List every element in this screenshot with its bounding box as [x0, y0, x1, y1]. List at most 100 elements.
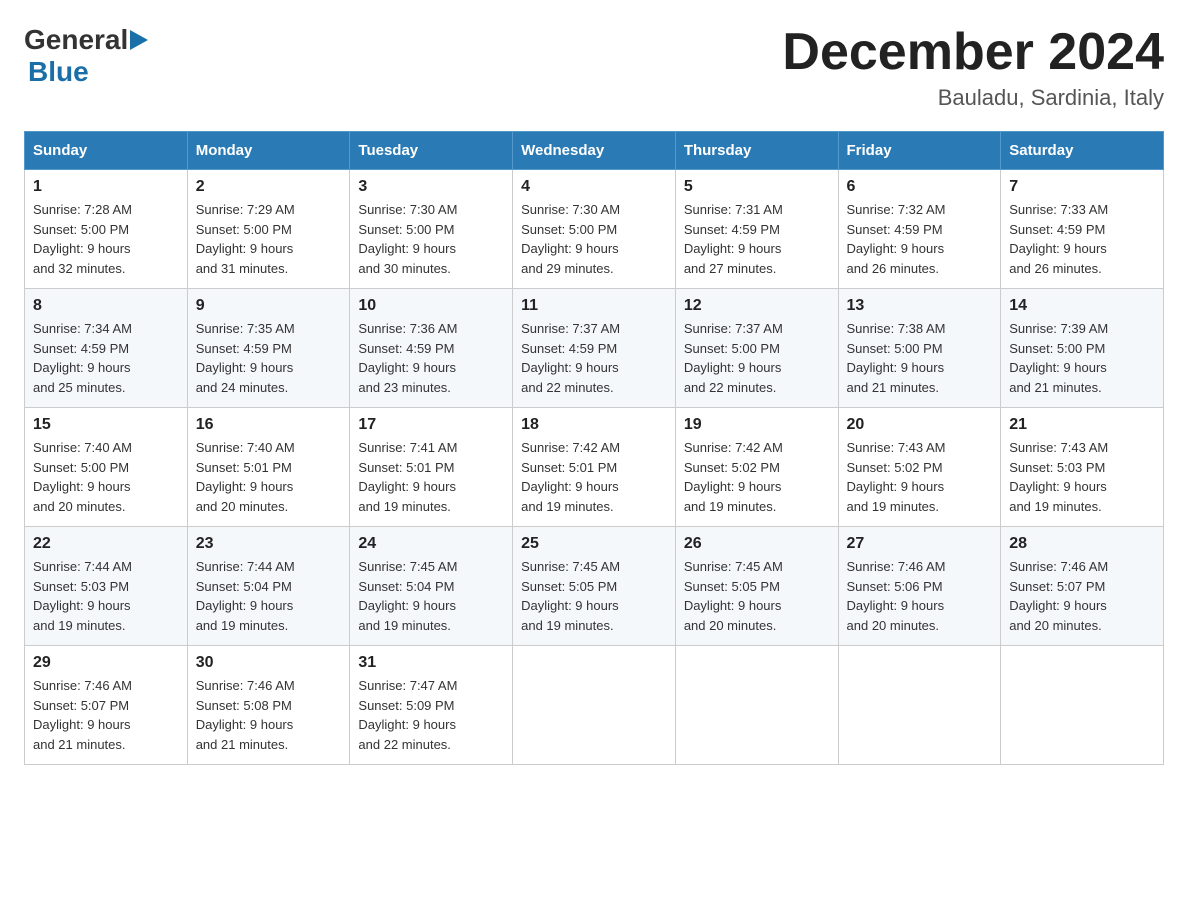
day-info: Sunrise: 7:38 AMSunset: 5:00 PMDaylight:… — [847, 319, 993, 397]
day-info: Sunrise: 7:43 AMSunset: 5:03 PMDaylight:… — [1009, 438, 1155, 516]
day-info: Sunrise: 7:42 AMSunset: 5:02 PMDaylight:… — [684, 438, 830, 516]
calendar-cell — [1001, 646, 1164, 765]
day-info: Sunrise: 7:45 AMSunset: 5:05 PMDaylight:… — [521, 557, 667, 635]
day-number: 31 — [358, 654, 504, 672]
calendar-cell — [513, 646, 676, 765]
calendar-cell: 6 Sunrise: 7:32 AMSunset: 4:59 PMDaylight… — [838, 170, 1001, 289]
header-wednesday: Wednesday — [513, 132, 676, 170]
calendar-cell: 24 Sunrise: 7:45 AMSunset: 5:04 PMDayligh… — [350, 527, 513, 646]
day-info: Sunrise: 7:28 AMSunset: 5:00 PMDaylight:… — [33, 200, 179, 278]
logo-general-text: General — [24, 24, 128, 56]
day-info: Sunrise: 7:45 AMSunset: 5:04 PMDaylight:… — [358, 557, 504, 635]
day-info: Sunrise: 7:34 AMSunset: 4:59 PMDaylight:… — [33, 319, 179, 397]
calendar-title: December 2024 — [782, 24, 1164, 81]
calendar-cell: 14Sunrise: 7:39 AMSunset: 5:00 PMDayligh… — [1001, 289, 1164, 408]
day-info: Sunrise: 7:40 AMSunset: 5:00 PMDaylight:… — [33, 438, 179, 516]
day-number: 11 — [521, 297, 667, 315]
calendar-week-row: 8 Sunrise: 7:34 AMSunset: 4:59 PMDaylight… — [25, 289, 1164, 408]
calendar-subtitle: Bauladu, Sardinia, Italy — [782, 85, 1164, 111]
calendar-week-row: 15 Sunrise: 7:40 AMSunset: 5:00 PMDayligh… — [25, 408, 1164, 527]
day-info: Sunrise: 7:41 AMSunset: 5:01 PMDaylight:… — [358, 438, 504, 516]
title-block: December 2024 Bauladu, Sardinia, Italy — [782, 24, 1164, 111]
calendar-cell: 9Sunrise: 7:35 AMSunset: 4:59 PMDaylight… — [187, 289, 350, 408]
page-header: General Blue December 2024 Bauladu, Sard… — [24, 24, 1164, 111]
header-thursday: Thursday — [675, 132, 838, 170]
day-info: Sunrise: 7:30 AMSunset: 5:00 PMDaylight:… — [358, 200, 504, 278]
day-number: 5 — [684, 178, 830, 196]
calendar-cell: 19 Sunrise: 7:42 AMSunset: 5:02 PMDayligh… — [675, 408, 838, 527]
day-info: Sunrise: 7:44 AMSunset: 5:04 PMDaylight:… — [196, 557, 342, 635]
day-number: 20 — [847, 416, 993, 434]
calendar-cell: 15 Sunrise: 7:40 AMSunset: 5:00 PMDayligh… — [25, 408, 188, 527]
day-number: 15 — [33, 416, 179, 434]
day-number: 19 — [684, 416, 830, 434]
day-info: Sunrise: 7:32 AMSunset: 4:59 PMDaylight:… — [847, 200, 993, 278]
calendar-cell: 10Sunrise: 7:36 AMSunset: 4:59 PMDayligh… — [350, 289, 513, 408]
calendar-cell: 11 Sunrise: 7:37 AMSunset: 4:59 PMDayligh… — [513, 289, 676, 408]
day-info: Sunrise: 7:33 AMSunset: 4:59 PMDaylight:… — [1009, 200, 1155, 278]
calendar-cell — [675, 646, 838, 765]
day-info: Sunrise: 7:44 AMSunset: 5:03 PMDaylight:… — [33, 557, 179, 635]
logo-blue-text: Blue — [28, 56, 89, 87]
calendar-cell: 29 Sunrise: 7:46 AMSunset: 5:07 PMDayligh… — [25, 646, 188, 765]
calendar-cell: 25 Sunrise: 7:45 AMSunset: 5:05 PMDayligh… — [513, 527, 676, 646]
calendar-cell: 22 Sunrise: 7:44 AMSunset: 5:03 PMDayligh… — [25, 527, 188, 646]
logo: General Blue — [24, 24, 154, 88]
day-number: 22 — [33, 535, 179, 553]
calendar-cell: 1 Sunrise: 7:28 AMSunset: 5:00 PMDaylight… — [25, 170, 188, 289]
day-info: Sunrise: 7:46 AMSunset: 5:06 PMDaylight:… — [847, 557, 993, 635]
day-info: Sunrise: 7:30 AMSunset: 5:00 PMDaylight:… — [521, 200, 667, 278]
day-info: Sunrise: 7:31 AMSunset: 4:59 PMDaylight:… — [684, 200, 830, 278]
day-number: 7 — [1009, 178, 1155, 196]
calendar-cell: 23Sunrise: 7:44 AMSunset: 5:04 PMDayligh… — [187, 527, 350, 646]
day-info: Sunrise: 7:46 AMSunset: 5:07 PMDaylight:… — [1009, 557, 1155, 635]
calendar-cell: 5 Sunrise: 7:31 AMSunset: 4:59 PMDaylight… — [675, 170, 838, 289]
day-number: 8 — [33, 297, 179, 315]
calendar-cell: 4 Sunrise: 7:30 AMSunset: 5:00 PMDaylight… — [513, 170, 676, 289]
calendar-cell: 7 Sunrise: 7:33 AMSunset: 4:59 PMDaylight… — [1001, 170, 1164, 289]
day-number: 2 — [196, 178, 342, 196]
day-number: 27 — [847, 535, 993, 553]
header-tuesday: Tuesday — [350, 132, 513, 170]
day-info: Sunrise: 7:40 AMSunset: 5:01 PMDaylight:… — [196, 438, 342, 516]
day-number: 29 — [33, 654, 179, 672]
calendar-cell: 2 Sunrise: 7:29 AMSunset: 5:00 PMDaylight… — [187, 170, 350, 289]
day-info: Sunrise: 7:46 AMSunset: 5:07 PMDaylight:… — [33, 676, 179, 754]
day-info: Sunrise: 7:43 AMSunset: 5:02 PMDaylight:… — [847, 438, 993, 516]
calendar-header-row: Sunday Monday Tuesday Wednesday Thursday… — [25, 132, 1164, 170]
calendar-cell: 30 Sunrise: 7:46 AMSunset: 5:08 PMDayligh… — [187, 646, 350, 765]
day-info: Sunrise: 7:46 AMSunset: 5:08 PMDaylight:… — [196, 676, 342, 754]
calendar-cell: 18 Sunrise: 7:42 AMSunset: 5:01 PMDayligh… — [513, 408, 676, 527]
calendar-cell: 20 Sunrise: 7:43 AMSunset: 5:02 PMDayligh… — [838, 408, 1001, 527]
day-number: 1 — [33, 178, 179, 196]
day-number: 28 — [1009, 535, 1155, 553]
calendar-cell: 13 Sunrise: 7:38 AMSunset: 5:00 PMDayligh… — [838, 289, 1001, 408]
calendar-cell: 26Sunrise: 7:45 AMSunset: 5:05 PMDayligh… — [675, 527, 838, 646]
day-number: 21 — [1009, 416, 1155, 434]
day-info: Sunrise: 7:42 AMSunset: 5:01 PMDaylight:… — [521, 438, 667, 516]
day-number: 13 — [847, 297, 993, 315]
header-saturday: Saturday — [1001, 132, 1164, 170]
calendar-week-row: 29 Sunrise: 7:46 AMSunset: 5:07 PMDayligh… — [25, 646, 1164, 765]
day-number: 25 — [521, 535, 667, 553]
day-number: 24 — [358, 535, 504, 553]
calendar-cell: 28 Sunrise: 7:46 AMSunset: 5:07 PMDayligh… — [1001, 527, 1164, 646]
day-info: Sunrise: 7:47 AMSunset: 5:09 PMDaylight:… — [358, 676, 504, 754]
day-info: Sunrise: 7:36 AMSunset: 4:59 PMDaylight:… — [358, 319, 504, 397]
day-info: Sunrise: 7:35 AMSunset: 4:59 PMDaylight:… — [196, 319, 342, 397]
day-number: 16 — [196, 416, 342, 434]
calendar-cell: 17Sunrise: 7:41 AMSunset: 5:01 PMDayligh… — [350, 408, 513, 527]
day-info: Sunrise: 7:37 AMSunset: 4:59 PMDaylight:… — [521, 319, 667, 397]
day-info: Sunrise: 7:39 AMSunset: 5:00 PMDaylight:… — [1009, 319, 1155, 397]
day-number: 4 — [521, 178, 667, 196]
day-number: 18 — [521, 416, 667, 434]
day-number: 6 — [847, 178, 993, 196]
day-number: 26 — [684, 535, 830, 553]
calendar-cell: 8 Sunrise: 7:34 AMSunset: 4:59 PMDaylight… — [25, 289, 188, 408]
header-sunday: Sunday — [25, 132, 188, 170]
day-info: Sunrise: 7:37 AMSunset: 5:00 PMDaylight:… — [684, 319, 830, 397]
day-number: 30 — [196, 654, 342, 672]
day-number: 12 — [684, 297, 830, 315]
day-info: Sunrise: 7:29 AMSunset: 5:00 PMDaylight:… — [196, 200, 342, 278]
calendar-cell — [838, 646, 1001, 765]
